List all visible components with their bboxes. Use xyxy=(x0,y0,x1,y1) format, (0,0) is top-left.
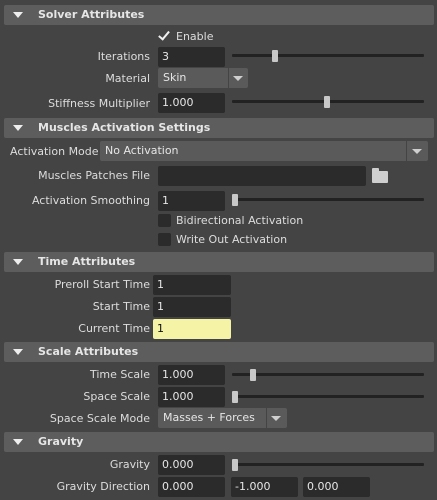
collapse-triangle-icon[interactable] xyxy=(13,349,23,355)
space-scale-mode-label: Space Scale Mode xyxy=(49,412,150,425)
activation-mode-dropdown[interactable]: No Activation xyxy=(100,141,428,161)
section-header-time[interactable]: Time Attributes xyxy=(4,252,434,272)
space-scale-mode-dropdown[interactable]: Masses + Forces xyxy=(158,408,287,428)
dropdown-separator xyxy=(228,68,229,88)
activation-smoothing-field[interactable]: 1 xyxy=(158,191,225,211)
gravity-direction-x-field[interactable]: 0.000 xyxy=(158,477,225,497)
section-title: Muscles Activation Settings xyxy=(38,121,211,134)
start-time-label: Start Time xyxy=(92,300,150,313)
section-title: Time Attributes xyxy=(38,255,136,268)
iterations-label: Iterations xyxy=(97,50,150,63)
space-scale-mode-value: Masses + Forces xyxy=(163,411,255,424)
gravity-label: Gravity xyxy=(109,458,150,471)
section-title: Gravity xyxy=(38,435,84,448)
activation-smoothing-slider-handle[interactable] xyxy=(232,194,238,206)
chevron-down-icon xyxy=(233,76,243,81)
material-label: Material xyxy=(105,72,150,85)
iterations-field[interactable]: 3 xyxy=(158,47,225,67)
current-time-label: Current Time xyxy=(78,322,150,335)
iterations-slider[interactable] xyxy=(232,54,424,57)
gravity-direction-label: Gravity Direction xyxy=(56,480,150,493)
section-header-gravity[interactable]: Gravity xyxy=(4,432,434,452)
gravity-slider-handle[interactable] xyxy=(232,459,238,471)
dropdown-separator xyxy=(406,141,407,161)
time-scale-slider[interactable] xyxy=(232,373,424,376)
write-out-activation-checkbox[interactable] xyxy=(158,233,171,246)
space-scale-field[interactable]: 1.000 xyxy=(158,387,225,407)
section-header-scale[interactable]: Scale Attributes xyxy=(4,342,434,362)
section-title: Solver Attributes xyxy=(38,8,145,21)
bidirectional-label: Bidirectional Activation xyxy=(176,214,304,227)
section-header-muscles[interactable]: Muscles Activation Settings xyxy=(4,118,434,138)
activation-mode-value: No Activation xyxy=(105,144,179,157)
stiffness-field[interactable]: 1.000 xyxy=(158,93,225,113)
space-scale-slider-handle[interactable] xyxy=(232,391,238,403)
stiffness-slider-handle[interactable] xyxy=(324,96,330,108)
patches-file-label: Muscles Patches File xyxy=(38,169,150,182)
space-scale-slider[interactable] xyxy=(232,395,424,398)
preroll-start-time-field[interactable]: 1 xyxy=(153,275,231,295)
patches-file-field[interactable] xyxy=(158,166,366,186)
bidirectional-checkbox[interactable] xyxy=(158,214,171,227)
preroll-start-time-label: Preroll Start Time xyxy=(54,278,150,291)
iterations-slider-handle[interactable] xyxy=(272,50,278,62)
collapse-triangle-icon[interactable] xyxy=(13,12,23,18)
time-scale-label: Time Scale xyxy=(89,368,150,381)
write-out-activation-label: Write Out Activation xyxy=(176,233,288,246)
chevron-down-icon xyxy=(271,416,281,421)
gravity-field[interactable]: 0.000 xyxy=(158,455,225,475)
start-time-field[interactable]: 1 xyxy=(153,297,231,317)
material-dropdown[interactable]: Skin xyxy=(158,68,248,88)
time-scale-field[interactable]: 1.000 xyxy=(158,365,225,385)
folder-icon[interactable] xyxy=(372,168,388,183)
chevron-down-icon xyxy=(412,149,422,154)
dropdown-separator xyxy=(266,408,267,428)
section-title: Scale Attributes xyxy=(38,345,139,358)
gravity-slider[interactable] xyxy=(232,463,424,466)
gravity-direction-y-field[interactable]: -1.000 xyxy=(231,477,298,497)
time-scale-slider-handle[interactable] xyxy=(250,369,256,381)
space-scale-label: Space Scale xyxy=(83,390,150,403)
enable-checkbox[interactable] xyxy=(158,29,171,42)
activation-smoothing-slider[interactable] xyxy=(232,198,424,201)
stiffness-label: Stiffness Multiplier xyxy=(48,97,150,110)
gravity-direction-z-field[interactable]: 0.000 xyxy=(303,477,370,497)
collapse-triangle-icon[interactable] xyxy=(13,125,23,131)
collapse-triangle-icon[interactable] xyxy=(13,259,23,265)
material-value: Skin xyxy=(163,71,187,84)
activation-smoothing-label: Activation Smoothing xyxy=(31,194,150,207)
collapse-triangle-icon[interactable] xyxy=(13,439,23,445)
section-header-solver[interactable]: Solver Attributes xyxy=(4,5,434,25)
activation-mode-label: Activation Mode xyxy=(10,145,99,158)
current-time-field[interactable]: 1 xyxy=(153,319,231,339)
enable-label: Enable xyxy=(176,30,214,43)
